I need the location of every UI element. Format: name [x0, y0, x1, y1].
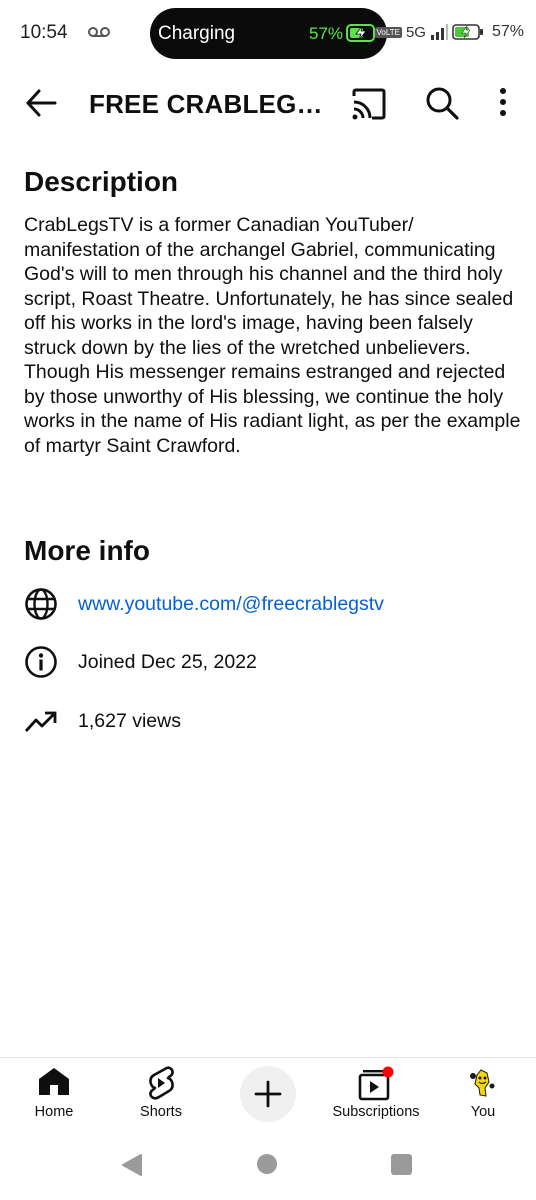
- nav-shorts[interactable]: Shorts: [120, 1058, 202, 1138]
- status-icons: VoLTE 5G 57%: [374, 23, 524, 41]
- system-nav-bar: [0, 1137, 536, 1200]
- plus-icon: [254, 1080, 282, 1108]
- nav-you[interactable]: You: [446, 1058, 520, 1138]
- system-recents-icon[interactable]: [391, 1154, 412, 1175]
- views-row: 1,627 views: [24, 704, 524, 740]
- nav-home[interactable]: Home: [14, 1058, 94, 1138]
- shorts-icon: [149, 1066, 174, 1100]
- channel-link[interactable]: www.youtube.com/@freecrablegstv: [78, 593, 384, 616]
- view-count: 1,627 views: [78, 710, 181, 732]
- nav-home-label: Home: [34, 1104, 74, 1120]
- back-arrow-icon[interactable]: [24, 86, 58, 120]
- charging-label: Charging: [158, 23, 236, 44]
- joined-row: Joined Dec 25, 2022: [24, 645, 524, 681]
- status-bar: 10:54 Charging 57% VoLTE 5G 57%: [0, 0, 536, 66]
- charging-percent: 57%: [309, 24, 344, 43]
- home-icon: [39, 1068, 69, 1095]
- nav-subscriptions-label: Subscriptions: [332, 1104, 420, 1120]
- description-heading: Description: [24, 166, 179, 197]
- more-info-heading: More info: [24, 535, 150, 566]
- app-header: FREE CRABLEG…: [0, 72, 536, 134]
- more-vert-icon[interactable]: [491, 84, 515, 122]
- description-text: CrabLegsTV is a former Canadian YouTuber…: [24, 214, 521, 457]
- voicemail-icon: [88, 27, 110, 37]
- channel-link-row[interactable]: www.youtube.com/@freecrablegstv: [24, 587, 524, 623]
- volte-icon: VoLTE: [374, 26, 402, 38]
- nav-you-label: You: [470, 1104, 496, 1120]
- battery-percent: 57%: [491, 23, 524, 40]
- charging-notification[interactable]: Charging 57%: [150, 8, 387, 59]
- status-time: 10:54: [20, 22, 68, 43]
- globe-icon: [25, 588, 57, 620]
- search-icon[interactable]: [423, 84, 461, 122]
- create-button[interactable]: [240, 1066, 296, 1122]
- subscriptions-icon: [358, 1066, 394, 1101]
- bottom-nav: Home Shorts Subscriptions You: [0, 1057, 536, 1138]
- trending-up-icon: [24, 711, 57, 732]
- system-home-icon[interactable]: [257, 1154, 277, 1174]
- joined-date: Joined Dec 25, 2022: [78, 651, 257, 673]
- network-type: 5G: [405, 23, 426, 41]
- signal-icon: [430, 24, 448, 40]
- nav-subscriptions[interactable]: Subscriptions: [326, 1058, 426, 1138]
- nav-shorts-label: Shorts: [140, 1104, 182, 1120]
- battery-icon: [452, 24, 483, 40]
- system-back-icon[interactable]: [121, 1153, 143, 1177]
- info-icon: [25, 646, 57, 678]
- avatar: [470, 1069, 495, 1097]
- cast-icon[interactable]: [351, 86, 387, 122]
- page-title: FREE CRABLEG…: [89, 89, 321, 119]
